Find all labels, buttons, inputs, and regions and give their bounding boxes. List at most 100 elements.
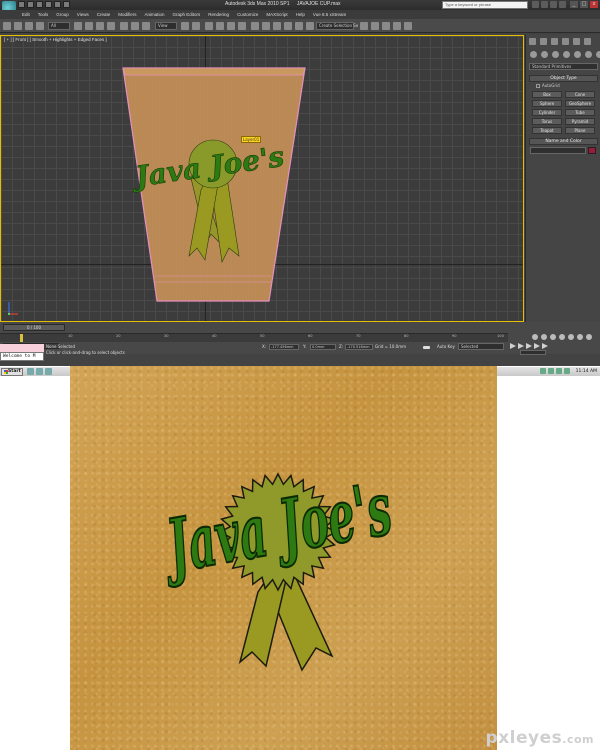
rotate-icon[interactable]	[131, 22, 139, 30]
search-input[interactable]: Type a keyword or phrase	[442, 1, 528, 9]
x-coordinate-field[interactable]: -177.456mm	[269, 344, 299, 350]
object-color-swatch[interactable]	[588, 147, 596, 154]
track-bar[interactable]: 0 10 20 30 40 50 60 70 80 90 100	[0, 333, 508, 342]
move-icon[interactable]	[120, 22, 128, 30]
graphite-ribbon-icon[interactable]	[295, 22, 303, 30]
pivot-center-icon[interactable]	[181, 22, 189, 30]
percent-snap-icon[interactable]	[227, 22, 235, 30]
menu-group[interactable]: Group	[56, 10, 69, 19]
orbit-icon[interactable]	[577, 334, 583, 340]
open-file-icon[interactable]	[27, 1, 34, 8]
curve-editor-icon[interactable]	[306, 22, 314, 30]
undo-icon[interactable]	[45, 1, 52, 8]
create-tab-icon[interactable]	[529, 38, 536, 45]
previous-frame-icon[interactable]	[518, 343, 524, 349]
menu-create[interactable]: Create	[97, 10, 111, 19]
material-editor-icon[interactable]	[371, 22, 379, 30]
menu-rendering[interactable]: Rendering	[208, 10, 229, 19]
cone-button[interactable]: Cone	[565, 91, 595, 98]
box-button[interactable]: Box	[532, 91, 562, 98]
select-object-icon[interactable]	[74, 22, 82, 30]
window-crossing-icon[interactable]	[107, 22, 115, 30]
teapot-button[interactable]: Teapot	[532, 127, 562, 134]
systems-icon[interactable]	[596, 51, 600, 58]
browser-taskbar-icon[interactable]	[36, 368, 43, 375]
space-warps-icon[interactable]	[585, 51, 592, 58]
go-to-start-icon[interactable]	[510, 343, 516, 349]
cup-model[interactable]: Java Joe's	[119, 66, 309, 304]
mirror-icon[interactable]	[262, 22, 270, 30]
sphere-button[interactable]: Sphere	[532, 100, 562, 107]
select-manipulate-icon[interactable]	[192, 22, 200, 30]
render-setup-icon[interactable]	[382, 22, 390, 30]
redo-icon[interactable]	[14, 22, 22, 30]
next-frame-icon[interactable]	[534, 343, 540, 349]
save-file-icon[interactable]	[36, 1, 43, 8]
play-icon[interactable]	[526, 343, 532, 349]
name-and-color-rollout[interactable]: Name and Color	[529, 138, 598, 145]
primitive-category-dropdown[interactable]: Standard Primitives	[529, 63, 598, 70]
maxscript-mini-listener[interactable]: Welcome to M	[0, 352, 44, 361]
menu-graph-editors[interactable]: Graph Editors	[173, 10, 201, 19]
spinner-snap-icon[interactable]	[238, 22, 246, 30]
utilities-tab-icon[interactable]	[584, 38, 591, 45]
menu-modifiers[interactable]: Modifiers	[118, 10, 136, 19]
communication-center-icon[interactable]	[541, 1, 548, 8]
field-of-view-icon[interactable]	[559, 334, 565, 340]
object-name-field[interactable]	[530, 147, 586, 154]
zoom-all-icon[interactable]	[541, 334, 547, 340]
time-indicator[interactable]	[20, 334, 23, 342]
key-filter-dropdown[interactable]: Selected	[458, 343, 504, 350]
menu-animation[interactable]: Animation	[145, 10, 165, 19]
cylinder-button[interactable]: Cylinder	[532, 109, 562, 116]
named-selection-set-dropdown[interactable]: Create Selection Se	[316, 22, 358, 30]
select-by-name-icon[interactable]	[85, 22, 93, 30]
menu-views[interactable]: Views	[77, 10, 89, 19]
snaps-toggle-icon[interactable]	[205, 22, 213, 30]
new-file-icon[interactable]	[18, 1, 25, 8]
start-button[interactable]: Start	[1, 368, 23, 376]
edit-named-selection-icon[interactable]	[251, 22, 259, 30]
hierarchy-tab-icon[interactable]	[551, 38, 558, 45]
project-folder-icon[interactable]	[63, 1, 70, 8]
lights-icon[interactable]	[552, 51, 559, 58]
shapes-icon[interactable]	[541, 51, 548, 58]
geometry-icon[interactable]	[530, 51, 537, 58]
link-icon[interactable]	[25, 22, 33, 30]
set-key-icon[interactable]	[423, 346, 430, 349]
motion-tab-icon[interactable]	[562, 38, 569, 45]
autogrid-checkbox[interactable]: AutoGrid	[536, 83, 560, 88]
help-icon[interactable]	[559, 1, 566, 8]
display-tab-icon[interactable]	[573, 38, 580, 45]
menu-edit[interactable]: Edit	[22, 10, 30, 19]
angle-snap-icon[interactable]	[216, 22, 224, 30]
undo-icon[interactable]	[3, 22, 11, 30]
reference-coordinate-dropdown[interactable]: View	[155, 22, 177, 30]
scale-icon[interactable]	[142, 22, 150, 30]
close-button[interactable]: x	[590, 1, 598, 8]
helpers-icon[interactable]	[574, 51, 581, 58]
geosphere-button[interactable]: GeoSphere	[565, 100, 595, 107]
auto-key-button[interactable]: Auto Key	[437, 344, 455, 349]
volume-icon[interactable]	[548, 368, 554, 374]
schematic-view-icon[interactable]	[360, 22, 368, 30]
modify-tab-icon[interactable]	[540, 38, 547, 45]
menu-tools[interactable]: Tools	[38, 10, 49, 19]
unlink-icon[interactable]	[36, 22, 44, 30]
search-icon[interactable]	[532, 1, 539, 8]
front-viewport[interactable]: [ + ] [ Front ] [ Smooth + Highlights + …	[0, 35, 524, 322]
menu-customize[interactable]: Customize	[237, 10, 258, 19]
3ds-max-taskbar-icon[interactable]	[27, 368, 34, 375]
redo-icon[interactable]	[54, 1, 61, 8]
selection-filter-dropdown[interactable]: All	[48, 22, 70, 30]
align-icon[interactable]	[273, 22, 281, 30]
current-frame-field[interactable]	[520, 350, 546, 355]
tube-button[interactable]: Tube	[565, 109, 595, 116]
y-coordinate-field[interactable]: 0.0mm	[310, 344, 336, 350]
layer-manager-icon[interactable]	[284, 22, 292, 30]
cameras-icon[interactable]	[563, 51, 570, 58]
region-select-icon[interactable]	[96, 22, 104, 30]
network-icon[interactable]	[540, 368, 546, 374]
zoom-extents-icon[interactable]	[550, 334, 556, 340]
rendered-frame-window-icon[interactable]	[393, 22, 401, 30]
